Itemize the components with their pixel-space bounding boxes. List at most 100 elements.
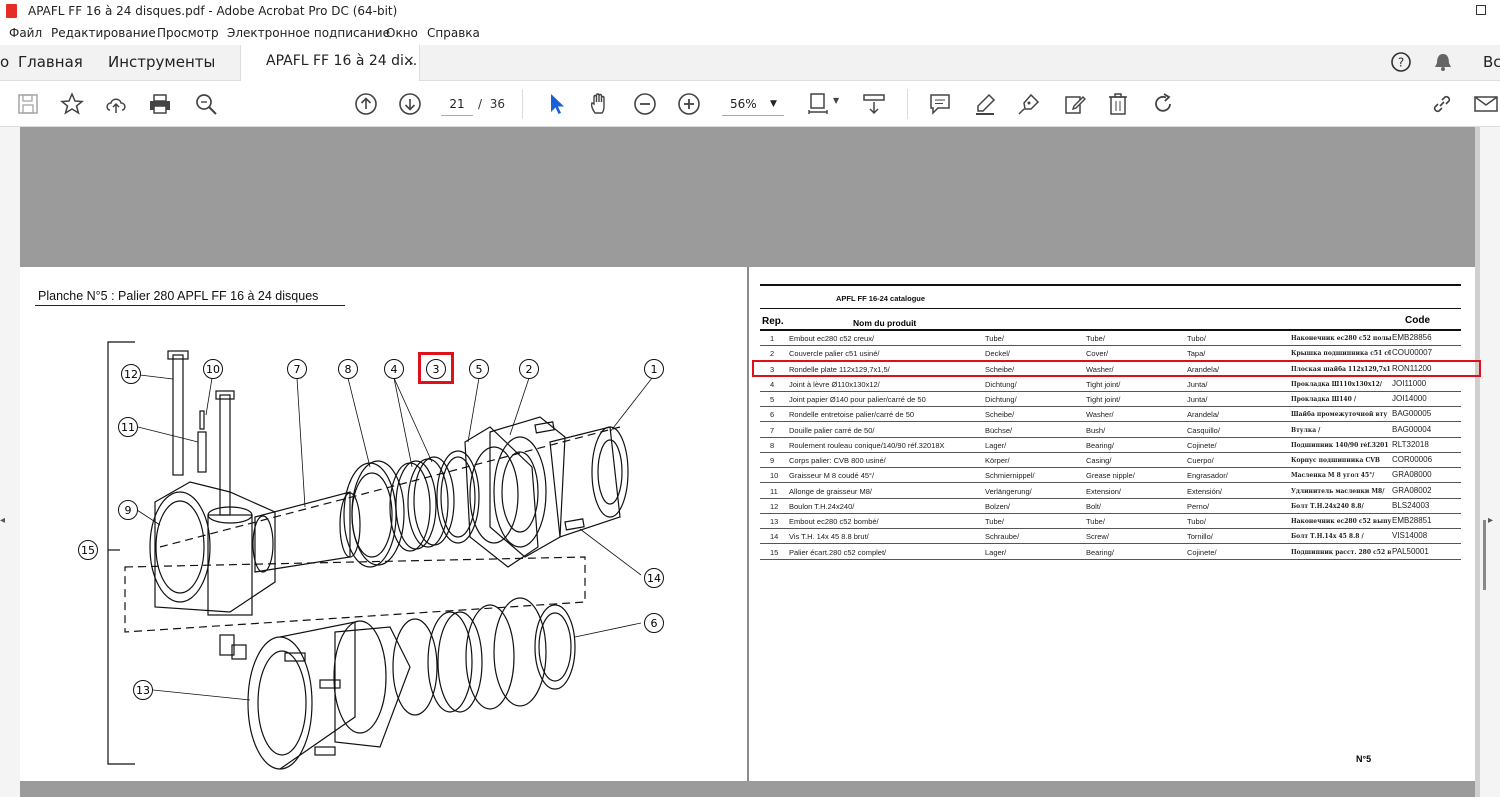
- close-tab-icon[interactable]: ×: [403, 53, 415, 69]
- cell-name-fr: Embout ec280 c52 creux/: [789, 334, 875, 343]
- rotate-redo-icon[interactable]: [1151, 92, 1175, 116]
- edit-pdf-icon[interactable]: [1062, 92, 1086, 116]
- zoom-level-select[interactable]: 56% ▼: [722, 94, 784, 116]
- callout-5: 5: [476, 363, 483, 376]
- menu-edit[interactable]: Редактирование: [51, 26, 156, 40]
- cell-rep: 5: [770, 395, 775, 404]
- cell-name-ru: Болт Т.Н.14x 45 8.8 /: [1291, 533, 1364, 541]
- menu-view[interactable]: Просмотр: [157, 26, 219, 40]
- cell-code: RLT32018: [1392, 439, 1429, 449]
- sign-pen-icon[interactable]: [1017, 92, 1041, 116]
- cell-name-de: Körper/: [985, 456, 1010, 465]
- star-bookmark-icon[interactable]: [60, 92, 84, 116]
- cell-name-ru: Прокладка Ш140 /: [1291, 396, 1357, 403]
- select-cursor-icon[interactable]: [545, 92, 569, 116]
- callout-14: 14: [647, 572, 661, 585]
- share-link-icon[interactable]: [1430, 92, 1454, 116]
- tab-bar: о Главная Инструменты APAFL FF 16 à 24 d…: [0, 45, 1500, 81]
- delete-trash-icon[interactable]: [1106, 92, 1130, 116]
- svg-text:?: ?: [1398, 56, 1404, 70]
- zoom-search-icon[interactable]: [194, 92, 218, 116]
- page-label: N°5: [1356, 754, 1372, 764]
- callout-2: 2: [526, 363, 533, 376]
- print-icon[interactable]: [148, 92, 172, 116]
- cell-name-de: Deckel/: [985, 349, 1011, 359]
- cell-name-en: Washer/: [1086, 410, 1114, 420]
- menu-window[interactable]: Окно: [386, 26, 418, 40]
- upload-cloud-icon[interactable]: [104, 92, 128, 116]
- tab-tools[interactable]: Инструменты: [108, 53, 215, 71]
- previous-page-bottom: [20, 127, 1475, 267]
- callout-15: 15: [81, 544, 95, 557]
- cell-name-fr: Palier écart.280 c52 complet/: [789, 547, 887, 557]
- cell-rep: 11: [770, 486, 778, 496]
- cell-name-fr: Douille palier carré de 50/: [789, 425, 875, 435]
- zoom-level-value: 56%: [730, 97, 757, 111]
- cell-name-es: Junta/: [1187, 395, 1208, 404]
- tab-home[interactable]: Главная: [18, 53, 83, 71]
- cell-rep: 14: [770, 532, 779, 542]
- menu-e-sign[interactable]: Электронное подписание: [227, 26, 390, 40]
- expand-left-panel-icon[interactable]: ◂: [0, 515, 5, 526]
- zoom-out-icon[interactable]: [633, 92, 657, 116]
- comment-icon[interactable]: [928, 92, 952, 116]
- cell-name-de: Dichtung/: [985, 395, 1017, 404]
- tab-partial[interactable]: о: [0, 53, 9, 71]
- cell-name-ru: Удлинитель масленки М8/: [1291, 487, 1385, 495]
- cell-name-de: Verlängerung/: [985, 486, 1032, 496]
- cell-name-es: Perno/: [1187, 501, 1210, 511]
- highlight-pen-icon[interactable]: [973, 92, 997, 116]
- cell-name-en: Tight joint/: [1086, 379, 1121, 389]
- menu-help[interactable]: Справка: [427, 26, 480, 40]
- table-title-rule: [760, 308, 1461, 309]
- table-row: 6 Rondelle entretoise palier/carré de 50 S…: [760, 407, 1461, 423]
- page-fit-chevron-icon[interactable]: ▼: [833, 96, 839, 105]
- bell-icon[interactable]: [1433, 51, 1453, 73]
- cell-name-es: Junta/: [1187, 379, 1208, 389]
- page-separator: /: [478, 97, 483, 111]
- cell-name-ru: Втулка /: [1291, 426, 1321, 434]
- hand-tool-icon[interactable]: [588, 92, 612, 116]
- cell-name-ru: Болт Т.Н.24x240 8.8/: [1291, 502, 1364, 510]
- cell-rep: 2: [770, 349, 775, 359]
- cell-code: EMB28851: [1392, 516, 1432, 525]
- vertical-scrollbar[interactable]: ▸: [1480, 127, 1500, 797]
- cell-name-fr: Joint à lèvre Ø110x130x12/: [789, 379, 880, 389]
- scroll-mode-icon[interactable]: [862, 92, 886, 116]
- toolbar: 21 / 36 56% ▼ ▼: [0, 81, 1500, 127]
- cell-name-ru: Подшипник расст. 280 c52 в: [1291, 548, 1391, 556]
- save-icon[interactable]: [16, 92, 40, 116]
- table-row: 15 Palier écart.280 c52 complet/Lager/Bea…: [760, 545, 1461, 560]
- cell-name-de: Tube/: [985, 517, 1004, 526]
- cell-name-es: Cojinete/: [1187, 547, 1217, 557]
- cell-code: VIS14008: [1392, 531, 1428, 541]
- next-page-icon[interactable]: [398, 92, 422, 116]
- cell-name-de: Tube/: [985, 334, 1004, 343]
- sign-in-label[interactable]: Вс: [1483, 53, 1500, 71]
- cell-name-ru: Шайба промежуточной вту: [1291, 411, 1388, 419]
- cell-rep: 6: [770, 410, 775, 420]
- cell-name-en: Bolt/: [1086, 501, 1102, 511]
- callout-7: 7: [294, 363, 301, 376]
- page-number-input[interactable]: 21: [441, 94, 473, 116]
- zoom-in-icon[interactable]: [677, 92, 701, 116]
- callout-8: 8: [345, 363, 352, 376]
- help-icon[interactable]: ?: [1390, 51, 1412, 73]
- table-row: 2 Couvercle palier c51 usiné/Deckel/Cover…: [760, 346, 1461, 362]
- expand-right-panel-icon[interactable]: ▸: [1488, 515, 1493, 526]
- page-total: / 36: [478, 97, 505, 111]
- callout-9: 9: [125, 504, 132, 517]
- previous-page-icon[interactable]: [354, 92, 378, 116]
- left-panel-edge: ◂: [0, 127, 20, 797]
- table-row: 11 Allonge de graisseur M8/Verlängerung/E…: [760, 484, 1461, 499]
- cell-name-es: Cuerpo/: [1187, 456, 1214, 465]
- cell-code: BAG00005: [1392, 409, 1432, 419]
- cell-name-es: Cojinete/: [1187, 440, 1217, 450]
- cell-name-ru: Подшипник 140/90 réf.3201: [1291, 441, 1389, 449]
- menu-file[interactable]: Файл: [9, 26, 42, 40]
- scrollbar-thumb[interactable]: [1483, 520, 1486, 590]
- page-fit-icon[interactable]: [806, 92, 830, 116]
- email-icon[interactable]: [1474, 92, 1498, 116]
- tab-document[interactable]: APAFL FF 16 à 24 di... ×: [240, 45, 420, 81]
- restore-window-button[interactable]: [1476, 5, 1486, 15]
